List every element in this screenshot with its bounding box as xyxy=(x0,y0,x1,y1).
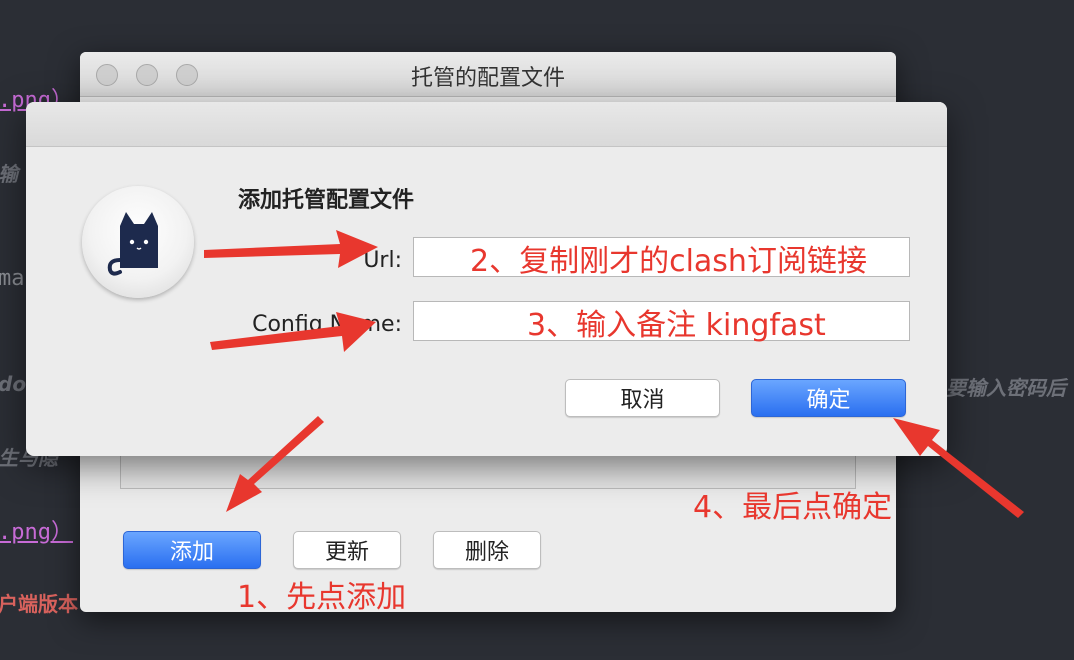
arrow-to-config-name-icon xyxy=(210,312,376,352)
arrow-to-confirm-icon xyxy=(893,418,1024,518)
annotation-arrows xyxy=(204,230,1024,518)
arrow-to-url-icon xyxy=(204,230,378,268)
arrow-to-add-icon xyxy=(226,416,324,512)
